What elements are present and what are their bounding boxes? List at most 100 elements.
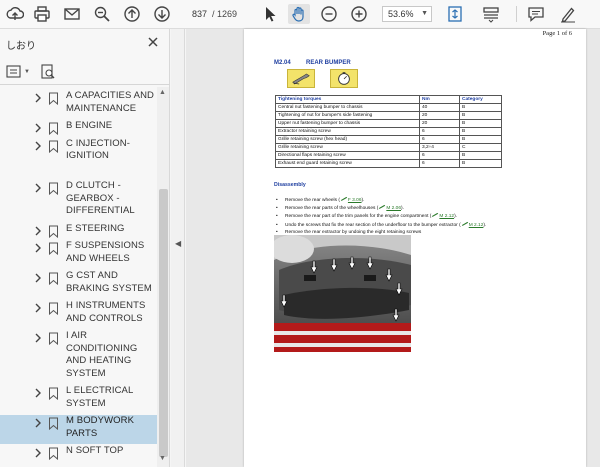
bookmark-label: E STEERING	[66, 222, 125, 234]
chevron-right-icon[interactable]	[34, 303, 42, 313]
reference-label: M 2.06	[386, 206, 401, 212]
step-end: ).	[401, 206, 404, 212]
bookmark-item[interactable]: D CLUTCH - GEARBOX - DIFFERENTIAL	[0, 180, 157, 222]
bookmark-label: H INSTRUMENTS AND CONTROLS	[66, 300, 146, 324]
reference-label: M 2.12	[439, 214, 455, 220]
bookmark-icon	[49, 122, 58, 135]
table-cell: Upper nut fastening bumper to chassis	[275, 119, 420, 128]
options-menu-button[interactable]: ▼	[6, 64, 30, 80]
disassembly-heading: Disassembly	[274, 182, 306, 188]
list-item: • Remove the rear parts of the wheelhouse…	[276, 204, 486, 212]
page-down-icon[interactable]	[151, 4, 173, 24]
bookmark-label: N SOFT TOP	[66, 445, 124, 456]
scroll-mode-icon[interactable]	[480, 4, 502, 24]
zoom-in-icon[interactable]	[348, 4, 370, 24]
cross-reference-link[interactable]: M 2.06	[378, 205, 401, 212]
mail-icon[interactable]	[61, 4, 83, 24]
bookmark-label: M BODYWORK PARTS	[66, 415, 135, 439]
table-header-cell: Tightening torques	[275, 95, 420, 104]
table-cell: C	[459, 143, 502, 152]
sign-icon[interactable]	[557, 4, 579, 24]
chevron-right-icon[interactable]	[34, 273, 42, 283]
bookmark-item[interactable]: E STEERING	[0, 223, 157, 240]
page-label: Page 1 of 6	[542, 30, 572, 37]
bookmark-item[interactable]: M BODYWORK PARTS	[0, 415, 157, 444]
chevron-right-icon[interactable]	[34, 183, 42, 193]
zoom-select[interactable]: 53.6% ▼	[382, 6, 432, 22]
zoom-out-search-icon[interactable]	[91, 4, 113, 24]
upload-icon[interactable]	[4, 4, 26, 24]
table-row: Tightening of nut for bumper's side fast…	[275, 111, 502, 120]
bookmark-item[interactable]: F SUSPENSIONS AND WHEELS	[0, 240, 157, 269]
table-cell: B	[459, 111, 502, 120]
chevron-right-icon[interactable]	[34, 333, 42, 343]
panel-title: しおり	[6, 41, 36, 52]
section-code: M2.04	[274, 60, 291, 66]
document-view[interactable]: Page 1 of 6 M2.04 REAR BUMPER Tightening…	[186, 29, 600, 467]
chevron-right-icon[interactable]	[34, 448, 42, 458]
comment-icon[interactable]	[525, 4, 547, 24]
chevron-right-icon[interactable]	[34, 418, 42, 428]
chevron-right-icon[interactable]	[34, 123, 42, 133]
page-up-icon[interactable]	[121, 4, 143, 24]
table-cell: Extractor retaining screw	[275, 127, 420, 136]
reference-icon	[340, 196, 348, 201]
bookmark-item[interactable]: L ELECTRICAL SYSTEM	[0, 385, 157, 414]
bookmark-label: I AIR CONDITIONING AND HEATING SYSTEM	[66, 330, 138, 379]
bookmark-icon	[49, 272, 58, 285]
table-cell: B	[459, 103, 502, 112]
zoom-out-icon[interactable]	[318, 4, 340, 24]
bookmark-item[interactable]: N SOFT TOP	[0, 445, 157, 462]
table-cell: B	[459, 135, 502, 144]
bookmark-item[interactable]: C INJECTION-IGNITION	[0, 138, 157, 180]
bookmark-item[interactable]: B ENGINE	[0, 120, 157, 137]
table-cell: B	[459, 151, 502, 160]
list-item: • Undo the screws that fix the rear secti…	[276, 221, 486, 229]
cross-reference-link[interactable]: M 2.12	[431, 213, 455, 220]
close-icon[interactable]	[146, 35, 160, 49]
chevron-right-icon[interactable]	[34, 388, 42, 398]
chevron-right-icon[interactable]	[34, 93, 42, 103]
bullet: •	[276, 206, 278, 212]
bookmark-icon	[49, 302, 58, 315]
find-bookmark-button[interactable]	[40, 64, 56, 80]
bookmark-icon	[49, 417, 58, 430]
bookmark-item[interactable]: H INSTRUMENTS AND CONTROLS	[0, 300, 157, 329]
step-text: Remove the rear part of the trim panels …	[285, 214, 432, 220]
list-options-icon	[6, 65, 21, 78]
bookmark-item[interactable]: A CAPACITIES AND MAINTENANCE	[0, 90, 157, 119]
reference-icon	[461, 221, 468, 226]
bookmark-icon	[49, 387, 58, 400]
collapse-panel-icon[interactable]: ◀	[175, 239, 181, 248]
bookmark-search-icon	[41, 64, 55, 79]
fit-page-icon[interactable]	[444, 4, 466, 24]
page-number-input[interactable]: 837	[181, 6, 209, 22]
bookmark-icon	[49, 332, 58, 345]
bookmark-item[interactable]: I AIR CONDITIONING AND HEATING SYSTEM	[0, 330, 157, 384]
chevron-right-icon[interactable]	[34, 141, 42, 151]
rear-bumper-photo	[274, 235, 411, 352]
step-text: Undo the screws that fix the rear sectio…	[285, 222, 461, 228]
scroll-down-icon[interactable]: ▼	[159, 455, 166, 462]
torque-table: Tightening torques Nm Category Central n…	[275, 95, 502, 168]
bookmark-label: B ENGINE	[66, 120, 113, 131]
table-cell: 6	[419, 159, 460, 168]
table-row: Directional flaps retaining screw 6 B	[275, 151, 502, 160]
select-cursor-icon[interactable]	[259, 4, 281, 24]
scrollbar-thumb[interactable]	[159, 189, 168, 457]
panel-collapse-strip[interactable]: ◀	[171, 29, 185, 467]
chevron-right-icon[interactable]	[34, 226, 42, 236]
table-cell: 3,2÷4	[419, 143, 460, 152]
table-cell: 20	[419, 111, 460, 120]
scroll-up-icon[interactable]: ▲	[159, 89, 166, 96]
bookmark-label: C INJECTION-IGNITION	[66, 137, 131, 162]
chevron-right-icon[interactable]	[34, 243, 42, 253]
print-icon[interactable]	[31, 4, 53, 24]
bookmark-label: D CLUTCH - GEARBOX - DIFFERENTIAL	[66, 180, 135, 216]
pdf-page: Page 1 of 6 M2.04 REAR BUMPER Tightening…	[244, 29, 586, 467]
hand-icon[interactable]	[288, 4, 310, 24]
table-cell: 20	[419, 119, 460, 128]
bookmark-item[interactable]: G CST AND BRAKING SYSTEM	[0, 270, 157, 299]
cross-reference-link[interactable]: F 3.06	[340, 196, 362, 203]
cross-reference-link[interactable]: M 2.12	[461, 221, 483, 228]
